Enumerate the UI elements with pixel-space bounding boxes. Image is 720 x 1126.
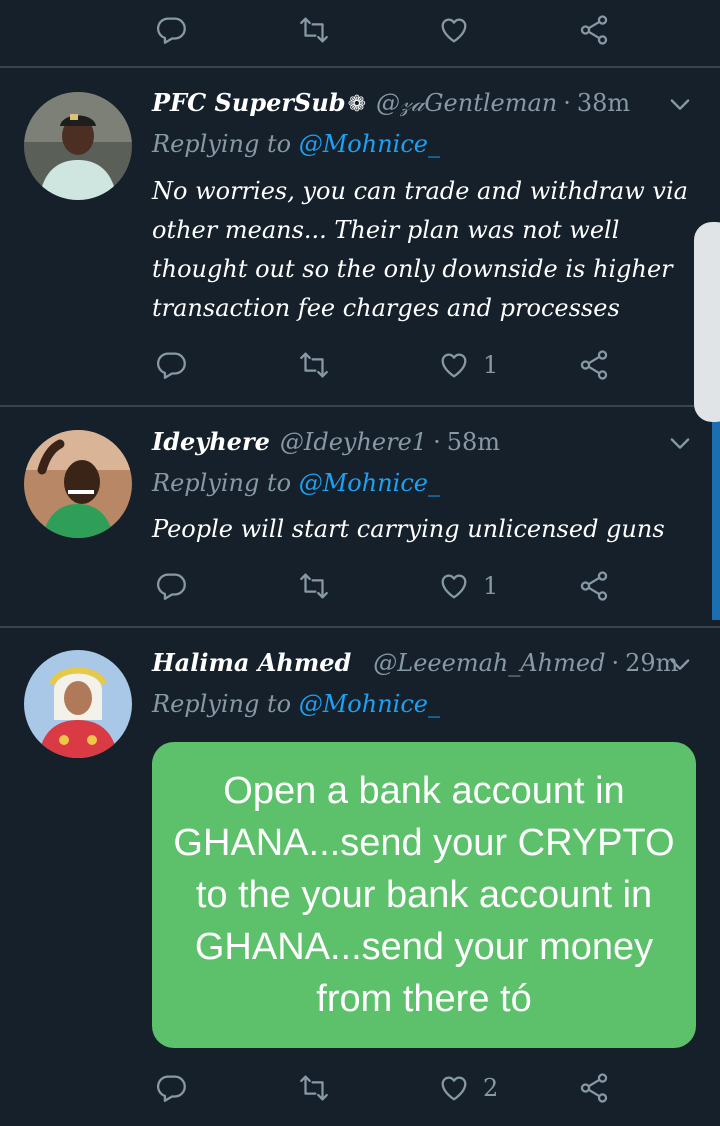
heart-icon	[437, 13, 471, 47]
reply-icon	[155, 13, 189, 47]
badge-icon: ❁	[347, 92, 367, 117]
share-button[interactable]	[577, 1058, 611, 1118]
tweet-image[interactable]: Open a bank account in GHANA...send your…	[152, 742, 696, 1048]
tweet-actions: 2	[0, 1058, 720, 1118]
share-icon	[577, 348, 611, 382]
timeline: PFC SuperSub ❁ @𝓏𝒶Gentleman · 38m Replyi…	[0, 0, 720, 1126]
username[interactable]: @Ideyhere1	[280, 428, 427, 456]
like-count: 2	[483, 1074, 499, 1102]
replying-to: Replying to @Mohnice_	[152, 469, 440, 503]
mention-link[interactable]: @Mohnice_	[299, 469, 440, 497]
share-icon	[577, 13, 611, 47]
heart-icon	[437, 569, 471, 603]
tweet-menu-button[interactable]	[666, 650, 694, 678]
like-button[interactable]	[437, 0, 471, 60]
tweet[interactable]: Ideyhere @Ideyhere1 · 58m Replying to @M…	[0, 407, 720, 627]
timestamp[interactable]: 38m	[577, 89, 630, 117]
heart-icon	[437, 1071, 471, 1105]
reply-button[interactable]	[155, 0, 189, 60]
retweet-button[interactable]	[297, 0, 331, 60]
chevron-down-icon	[666, 429, 694, 457]
retweet-button[interactable]	[297, 556, 331, 616]
replying-label: Replying to	[152, 690, 292, 718]
separator-dot: ·	[563, 89, 571, 117]
mention-link[interactable]: @Mohnice_	[299, 130, 440, 158]
image-text: Open a bank account in GHANA...send your…	[173, 770, 675, 1020]
avatar[interactable]	[24, 650, 132, 758]
reply-icon	[155, 348, 189, 382]
tweet-actions: 1	[0, 335, 720, 395]
mention-link[interactable]: @Mohnice_	[299, 690, 440, 718]
scrollbar-thumb[interactable]	[694, 222, 720, 422]
avatar[interactable]	[24, 430, 132, 538]
chevron-down-icon	[666, 90, 694, 118]
share-button[interactable]	[577, 0, 611, 60]
separator-dot: ·	[433, 428, 441, 456]
share-button[interactable]	[577, 556, 611, 616]
replying-to: Replying to @Mohnice_	[152, 130, 440, 164]
reply-icon	[155, 1071, 189, 1105]
username[interactable]: @𝓏𝒶Gentleman	[376, 89, 557, 117]
reply-icon	[155, 569, 189, 603]
tweet-header: Halima Ahmed @Leeemah_Ahmed · 29m	[152, 648, 678, 684]
retweet-icon	[297, 569, 331, 603]
tweet-text: People will start carrying unlicensed gu…	[152, 515, 665, 543]
like-button[interactable]: 2	[437, 1058, 498, 1118]
share-icon	[577, 569, 611, 603]
reply-button[interactable]	[155, 556, 189, 616]
tweet-text: No worries, you can trade and withdraw v…	[152, 177, 688, 322]
like-button[interactable]: 1	[437, 335, 498, 395]
tweet-header: PFC SuperSub ❁ @𝓏𝒶Gentleman · 38m	[152, 88, 630, 124]
tweet-menu-button[interactable]	[666, 429, 694, 457]
like-count: 1	[483, 572, 499, 600]
display-name[interactable]: PFC SuperSub	[152, 88, 346, 117]
scroll-track[interactable]	[712, 420, 720, 620]
replying-label: Replying to	[152, 130, 292, 158]
tweet-menu-button[interactable]	[666, 90, 694, 118]
replying-to: Replying to @Mohnice_	[152, 690, 440, 724]
heart-icon	[437, 348, 471, 382]
avatar[interactable]	[24, 92, 132, 200]
like-count: 1	[483, 351, 499, 379]
retweet-button[interactable]	[297, 335, 331, 395]
share-icon	[577, 1071, 611, 1105]
tweet-header: Ideyhere @Ideyhere1 · 58m	[152, 427, 500, 463]
display-name[interactable]: Ideyhere	[152, 427, 270, 456]
reply-button[interactable]	[155, 335, 189, 395]
tweet-actions	[0, 0, 720, 60]
username[interactable]: @Leeemah_Ahmed	[373, 649, 605, 677]
retweet-icon	[297, 1071, 331, 1105]
retweet-button[interactable]	[297, 1058, 331, 1118]
tweet-actions: 1	[0, 556, 720, 616]
chevron-down-icon	[666, 650, 694, 678]
retweet-icon	[297, 348, 331, 382]
timestamp[interactable]: 58m	[447, 428, 500, 456]
display-name[interactable]: Halima Ahmed	[152, 648, 351, 677]
like-button[interactable]: 1	[437, 556, 498, 616]
separator-dot: ·	[611, 649, 620, 677]
retweet-icon	[297, 13, 331, 47]
tweet[interactable]: PFC SuperSub ❁ @𝓏𝒶Gentleman · 38m Replyi…	[0, 68, 720, 406]
reply-button[interactable]	[155, 1058, 189, 1118]
replying-label: Replying to	[152, 469, 292, 497]
share-button[interactable]	[577, 335, 611, 395]
